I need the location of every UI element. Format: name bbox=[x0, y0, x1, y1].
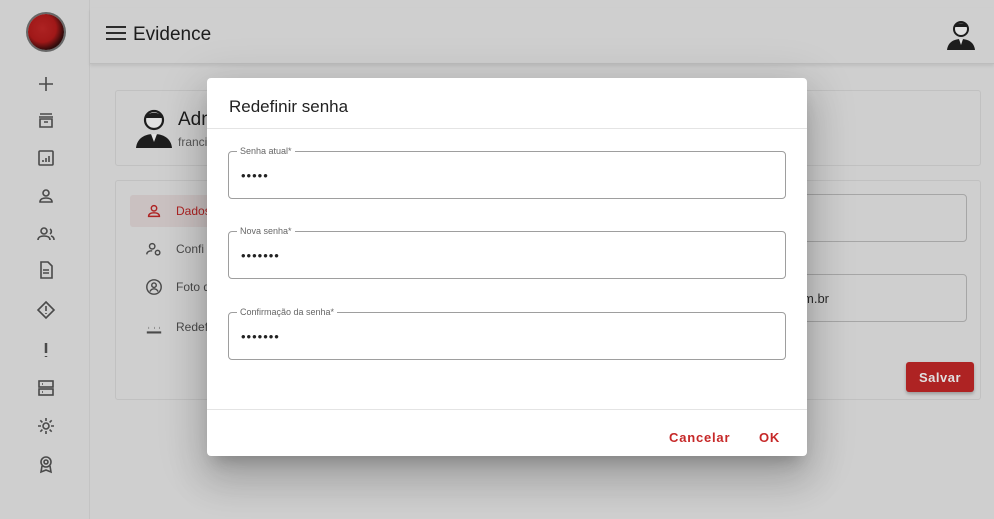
current-password-input[interactable]: ••••• bbox=[241, 168, 761, 183]
field-label: Senha atual* bbox=[237, 145, 295, 157]
reset-password-dialog: Redefinir senha Senha atual* ••••• Nova … bbox=[207, 78, 807, 456]
ok-button[interactable]: OK bbox=[759, 425, 780, 449]
dialog-title: Redefinir senha bbox=[229, 97, 349, 116]
field-label: Confirmação da senha* bbox=[237, 306, 338, 318]
field-label: Nova senha* bbox=[237, 225, 295, 237]
divider bbox=[207, 128, 807, 129]
new-password-input[interactable]: ••••••• bbox=[241, 248, 761, 263]
current-password-field[interactable]: Senha atual* ••••• bbox=[228, 145, 786, 199]
divider bbox=[207, 409, 807, 410]
new-password-field[interactable]: Nova senha* ••••••• bbox=[228, 225, 786, 279]
confirm-password-field[interactable]: Confirmação da senha* ••••••• bbox=[228, 306, 786, 360]
confirm-password-input[interactable]: ••••••• bbox=[241, 329, 761, 344]
cancel-button[interactable]: Cancelar bbox=[669, 425, 730, 449]
